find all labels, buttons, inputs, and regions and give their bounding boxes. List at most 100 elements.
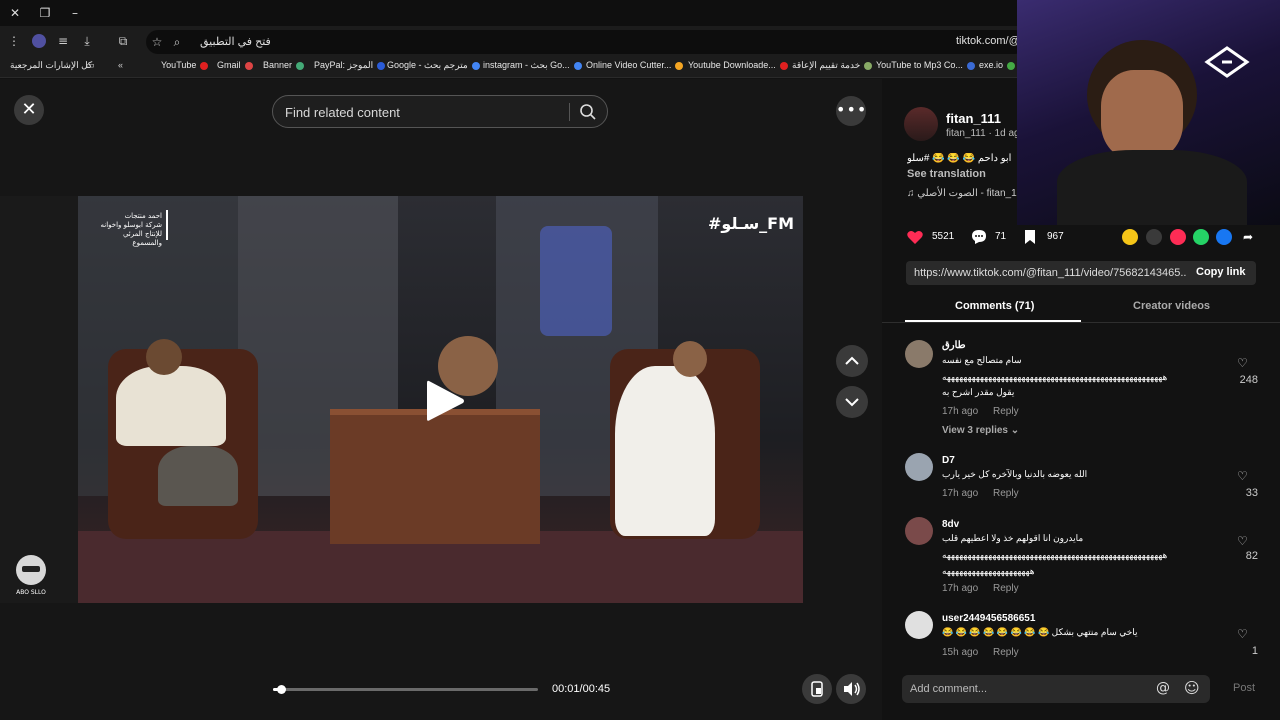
restore-window-icon[interactable]: ❐ — [36, 4, 54, 22]
url-host[interactable]: tiktok.com/@fi — [956, 35, 1025, 47]
post-sound[interactable]: ♫ الصوت الأصلي - fitan_1 — [907, 188, 1017, 199]
see-translation-link[interactable]: See translation — [907, 168, 986, 180]
search-input[interactable] — [285, 103, 565, 121]
comment-like-count: 248 — [1239, 374, 1258, 386]
save-action[interactable]: 967 — [1021, 226, 1071, 248]
comment-like-count: 33 — [1245, 487, 1258, 499]
scene-desk — [330, 409, 540, 544]
close-video-button[interactable]: ✕ — [14, 95, 44, 125]
whatsapp-icon[interactable] — [1193, 229, 1209, 245]
volume-icon — [844, 682, 860, 696]
open-in-app-label[interactable]: فتح في التطبيق — [200, 35, 271, 48]
comment-username[interactable]: 8dv — [942, 519, 959, 530]
comment-avatar[interactable] — [905, 517, 933, 545]
next-video-button[interactable] — [836, 386, 868, 418]
profile-icon[interactable] — [30, 32, 48, 50]
comment-like-count: 1 — [1251, 645, 1258, 657]
share-arrow-icon[interactable]: ➦ — [1240, 229, 1256, 245]
bookmark-banner[interactable]: Banner — [263, 60, 305, 70]
bookmark-exeio[interactable]: exe.io — [979, 60, 1016, 70]
creator-avatar[interactable] — [904, 107, 938, 141]
bookmark-all[interactable]: كل الإشارات المرجعية — [10, 60, 92, 71]
playlist-icon[interactable]: ≡ — [54, 32, 72, 50]
scene-person-left — [116, 366, 226, 446]
bookmark-disability[interactable]: خدمة تقييم الإعاقة — [792, 60, 873, 71]
comment-avatar[interactable] — [905, 340, 933, 368]
comment-time: 17h ago — [942, 406, 979, 417]
channel-logo-icon: ABO SLLO — [16, 555, 46, 596]
comment-like-icon[interactable]: ♡ — [1237, 534, 1248, 548]
comment-username[interactable]: user2449456586651 — [942, 613, 1035, 624]
bookmark-video-cutter[interactable]: Online Video Cutter... — [586, 60, 684, 70]
channel-logo-text: ABO SLLO — [16, 589, 46, 596]
reply-button[interactable]: Reply — [993, 647, 1019, 658]
menu-icon[interactable]: ⋮ — [5, 32, 23, 50]
creator-username[interactable]: fitan_111 — [946, 111, 1001, 126]
copy-link-button[interactable]: Copy link — [1196, 266, 1246, 278]
tab-creator-videos[interactable]: Creator videos — [1133, 300, 1210, 312]
extensions-icon[interactable]: ⧉ — [114, 32, 132, 50]
like-action[interactable]: 5521 — [906, 226, 956, 248]
post-comment-button[interactable]: Post — [1233, 682, 1255, 694]
video-url-text[interactable]: https://www.tiktok.com/@fitan_111/video/… — [914, 267, 1186, 279]
comment-like-icon[interactable]: ♡ — [1237, 627, 1248, 641]
video-frame[interactable]: #سـلو_FM احمد منتجات شركة ابوسلو واخوانه… — [0, 196, 803, 603]
bookmark-gmail[interactable]: Gmail — [217, 60, 253, 70]
search-icon[interactable] — [579, 103, 597, 121]
scene-head-right — [673, 341, 707, 377]
comment-input[interactable] — [910, 681, 1140, 697]
comment-like-icon[interactable]: ♡ — [1237, 356, 1248, 370]
bookmark-paypal[interactable]: PayPal: الموجز — [314, 60, 386, 71]
playback-time: 00:01/00:45 — [552, 683, 611, 695]
comment-action[interactable]: 71 — [970, 226, 1010, 248]
bookmark-yt-mp3[interactable]: YouTube to Mp3 Co... — [876, 60, 975, 70]
send-icon[interactable] — [1170, 229, 1186, 245]
comment-text-line: يقول مقدر اشرح به — [942, 387, 1015, 397]
minimize-window-icon[interactable]: – — [66, 4, 84, 22]
chevron-up-icon — [845, 356, 859, 365]
chevron-icon[interactable]: « — [118, 60, 123, 70]
more-options-button[interactable]: ••• — [836, 96, 866, 126]
view-replies-button[interactable]: View 3 replies ⌄ — [942, 425, 1019, 436]
scene-head-left — [146, 339, 182, 375]
comment-avatar[interactable] — [905, 611, 933, 639]
bookmark-yt-downloader[interactable]: Youtube Downloade... — [688, 60, 788, 70]
previous-video-button[interactable] — [836, 345, 868, 377]
reply-button[interactable]: Reply — [993, 406, 1019, 417]
facebook-icon[interactable] — [1216, 229, 1232, 245]
emoji-icon[interactable]: ☺ — [1184, 679, 1200, 697]
picture-in-picture-button[interactable] — [802, 674, 832, 704]
comment-username[interactable]: طارق — [942, 340, 966, 351]
related-search — [272, 95, 608, 128]
comment-like-icon[interactable]: ♡ — [1237, 469, 1248, 483]
tab-comments[interactable]: Comments (71) — [955, 300, 1034, 312]
comment-text-line: الله يعوضه بالدنيا وبالآخره كل خير يارب — [942, 469, 1088, 479]
embed-icon[interactable] — [1146, 229, 1162, 245]
reply-button[interactable]: Reply — [993, 583, 1019, 594]
close-window-icon[interactable]: ✕ — [6, 4, 24, 22]
download-icon[interactable]: ⤓ — [78, 32, 96, 50]
bookmark-instagram[interactable]: instagram - بحث Go... — [483, 60, 582, 71]
comment-text-line: هههههههههههههههههههههه — [942, 566, 1035, 576]
progress-handle[interactable] — [276, 685, 286, 694]
webcam-logo-icon — [1204, 46, 1250, 78]
zoom-icon[interactable]: ⌕ — [168, 33, 186, 51]
comment-username[interactable]: D7 — [942, 455, 955, 466]
progress-bar[interactable] — [273, 685, 538, 694]
heart-icon — [907, 230, 923, 244]
repost-icon[interactable] — [1122, 229, 1138, 245]
volume-button[interactable] — [836, 674, 866, 704]
bookmark-translate[interactable]: Google - مترجم بحث — [387, 60, 480, 71]
address-bar[interactable]: ☆ ⌕ فتح في التطبيق tiktok.com/@fi — [146, 30, 1026, 54]
music-note-icon: ♫ — [907, 188, 918, 199]
reply-button[interactable]: Reply — [993, 488, 1019, 499]
scene-bag — [540, 226, 612, 336]
like-count: 5521 — [932, 231, 955, 242]
play-icon[interactable] — [424, 378, 466, 424]
webcam-overlay — [1017, 0, 1280, 225]
video-credit-overlay: احمد منتجات شركة ابوسلو واخوانه للإنتاج … — [100, 212, 163, 247]
star-icon[interactable]: ☆ — [148, 33, 166, 51]
comment-avatar[interactable] — [905, 453, 933, 481]
bookmark-youtube[interactable]: YouTube — [161, 60, 209, 70]
mention-icon[interactable]: @ — [1156, 680, 1170, 696]
